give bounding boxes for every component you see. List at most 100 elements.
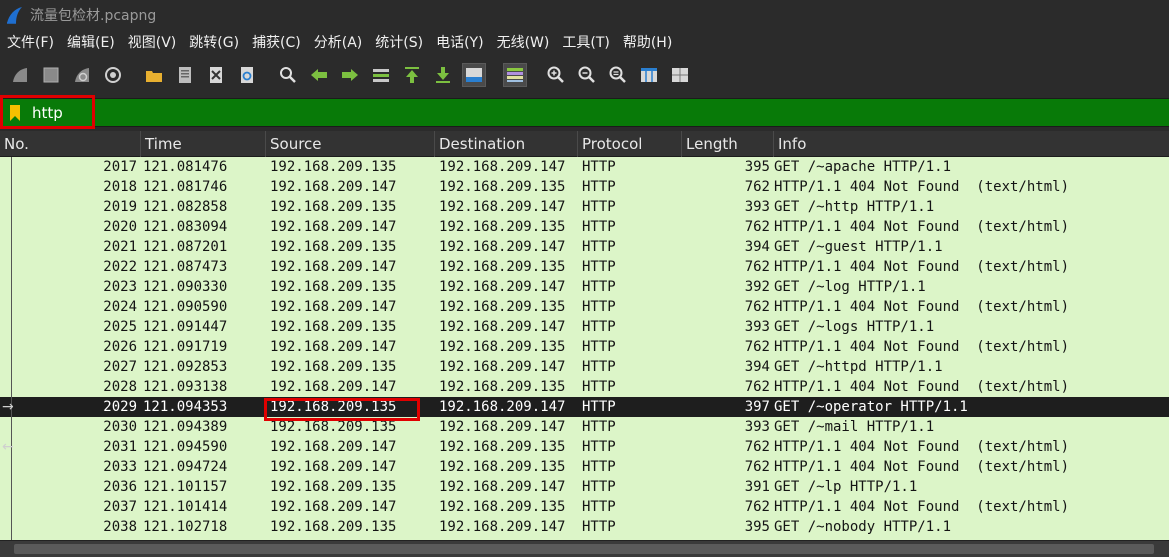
reload-file-icon[interactable]: [235, 63, 259, 87]
cell-proto: HTTP: [582, 319, 616, 335]
cell-no: 2021: [103, 239, 137, 255]
cell-src: 192.168.209.135: [270, 359, 397, 375]
cell-proto: HTTP: [582, 179, 616, 195]
cell-no: 2031: [103, 439, 137, 455]
table-row[interactable]: 2030 121.094389 192.168.209.135 192.168.209…: [0, 417, 1169, 437]
start-capture-icon[interactable]: [8, 63, 32, 87]
cell-time: 121.091719: [143, 339, 228, 355]
go-forward-icon[interactable]: [338, 63, 362, 87]
column-header-source[interactable]: Source: [266, 130, 435, 157]
column-header-info[interactable]: Info: [774, 131, 1169, 157]
close-file-icon[interactable]: [204, 63, 228, 87]
table-row[interactable]: 2019 121.082858 192.168.209.135 192.168.209…: [0, 197, 1169, 217]
capture-options-icon[interactable]: [101, 63, 125, 87]
layout-icon[interactable]: [668, 63, 692, 87]
cell-dst: 192.168.209.135: [439, 499, 566, 515]
go-back-icon[interactable]: [307, 63, 331, 87]
cell-dst: 192.168.209.147: [439, 159, 566, 175]
menu-wireless[interactable]: 无线(W): [490, 32, 556, 52]
cell-info: GET /~log HTTP/1.1: [774, 279, 926, 295]
table-row[interactable]: 2023 121.090330 192.168.209.135 192.168.209…: [0, 277, 1169, 297]
cell-len: 762: [744, 339, 770, 355]
zoom-in-icon[interactable]: [544, 63, 568, 87]
cell-len: 762: [744, 259, 770, 275]
menu-telephony[interactable]: 电话(Y): [429, 32, 489, 52]
cell-dst: 192.168.209.147: [439, 399, 566, 415]
title-bar: 流量包检材.pcapng: [0, 0, 1169, 29]
zoom-out-icon[interactable]: [575, 63, 599, 87]
cell-proto: HTTP: [582, 519, 616, 535]
table-row[interactable]: 2031 121.094590 192.168.209.147 192.168.209…: [0, 437, 1169, 457]
cell-no: 2027: [103, 359, 137, 375]
table-row[interactable]: 2027 121.092853 192.168.209.135 192.168.209…: [0, 357, 1169, 377]
cell-src: 192.168.209.147: [270, 459, 397, 475]
go-first-icon[interactable]: [400, 63, 424, 87]
find-packet-icon[interactable]: [276, 63, 300, 87]
table-row[interactable]: 2026 121.091719 192.168.209.147 192.168.209…: [0, 337, 1169, 357]
stop-capture-icon[interactable]: [39, 63, 63, 87]
bookmark-icon[interactable]: [2, 100, 28, 126]
autoscroll-icon[interactable]: [462, 63, 486, 87]
go-last-icon[interactable]: [431, 63, 455, 87]
cell-src: 192.168.209.135: [270, 419, 397, 435]
menu-view[interactable]: 视图(V): [121, 32, 183, 52]
menu-statistics[interactable]: 统计(S): [368, 32, 429, 52]
cell-proto: HTTP: [582, 359, 616, 375]
open-file-icon[interactable]: [142, 63, 166, 87]
column-header-destination[interactable]: Destination: [435, 130, 578, 157]
cell-proto: HTTP: [582, 479, 616, 495]
resize-columns-icon[interactable]: [637, 63, 661, 87]
menu-edit[interactable]: 编辑(E): [60, 32, 121, 52]
table-row[interactable]: 2036 121.101157 192.168.209.135 192.168.209…: [0, 477, 1169, 497]
colorize-icon[interactable]: [503, 63, 527, 87]
cell-info: GET /~logs HTTP/1.1: [774, 319, 935, 335]
table-row[interactable]: 2017 121.081476 192.168.209.135 192.168.209…: [0, 157, 1169, 177]
table-row[interactable]: 2028 121.093138 192.168.209.147 192.168.209…: [0, 377, 1169, 397]
cell-no: 2024: [103, 299, 137, 315]
cell-no: 2036: [103, 479, 137, 495]
table-row-selected[interactable]: 2029 121.094353 192.168.209.135 192.168.209…: [0, 397, 1169, 417]
cell-time: 121.094353: [143, 399, 228, 415]
scrollbar-thumb[interactable]: [14, 544, 1154, 554]
zoom-normal-icon[interactable]: [606, 63, 630, 87]
table-row[interactable]: 2025 121.091447 192.168.209.135 192.168.209…: [0, 317, 1169, 337]
cell-len: 395: [744, 159, 770, 175]
response-arrow-icon: ←: [2, 439, 14, 455]
table-row[interactable]: 2018 121.081746 192.168.209.147 192.168.209…: [0, 177, 1169, 197]
menu-go[interactable]: 跳转(G): [182, 32, 245, 52]
packet-list: No. Time Source Destination Protocol Len…: [0, 130, 1169, 540]
cell-src: 192.168.209.147: [270, 439, 397, 455]
menu-help[interactable]: 帮助(H): [616, 32, 678, 52]
cell-len: 394: [744, 359, 770, 375]
table-row[interactable]: 2020 121.083094 192.168.209.147 192.168.209…: [0, 217, 1169, 237]
table-row[interactable]: 2038 121.102718 192.168.209.135 192.168.209…: [0, 517, 1169, 537]
table-row[interactable]: 2033 121.094724 192.168.209.147 192.168.209…: [0, 457, 1169, 477]
column-header-no[interactable]: No.: [0, 130, 141, 157]
cell-dst: 192.168.209.147: [439, 279, 566, 295]
restart-capture-icon[interactable]: [70, 63, 94, 87]
horizontal-scrollbar[interactable]: [0, 540, 1169, 557]
cell-proto: HTTP: [582, 159, 616, 175]
menu-capture[interactable]: 捕获(C): [245, 32, 307, 52]
table-row[interactable]: 2022 121.087473 192.168.209.147 192.168.209…: [0, 257, 1169, 277]
cell-len: 762: [744, 439, 770, 455]
column-header-protocol[interactable]: Protocol: [578, 130, 682, 157]
display-filter-input[interactable]: [28, 100, 1148, 125]
cell-dst: 192.168.209.135: [439, 219, 566, 235]
cell-dst: 192.168.209.135: [439, 439, 566, 455]
table-row[interactable]: 2024 121.090590 192.168.209.147 192.168.209…: [0, 297, 1169, 317]
cell-info: GET /~nobody HTTP/1.1: [774, 519, 952, 535]
column-header-time[interactable]: Time: [141, 130, 266, 157]
table-row[interactable]: 2037 121.101414 192.168.209.147 192.168.209…: [0, 497, 1169, 517]
menu-tools[interactable]: 工具(T): [555, 32, 615, 52]
cell-info: HTTP/1.1 404 Not Found (text/html): [774, 259, 1070, 275]
cell-src: 192.168.209.147: [270, 179, 397, 195]
column-header-length[interactable]: Length: [682, 130, 774, 157]
save-file-icon[interactable]: [173, 63, 197, 87]
cell-time: 121.082858: [143, 199, 228, 215]
go-to-packet-icon[interactable]: [369, 63, 393, 87]
menu-file[interactable]: 文件(F): [0, 32, 60, 52]
table-row[interactable]: 2021 121.087201 192.168.209.135 192.168.209…: [0, 237, 1169, 257]
menu-analyze[interactable]: 分析(A): [307, 32, 369, 52]
cell-dst: 192.168.209.135: [439, 259, 566, 275]
